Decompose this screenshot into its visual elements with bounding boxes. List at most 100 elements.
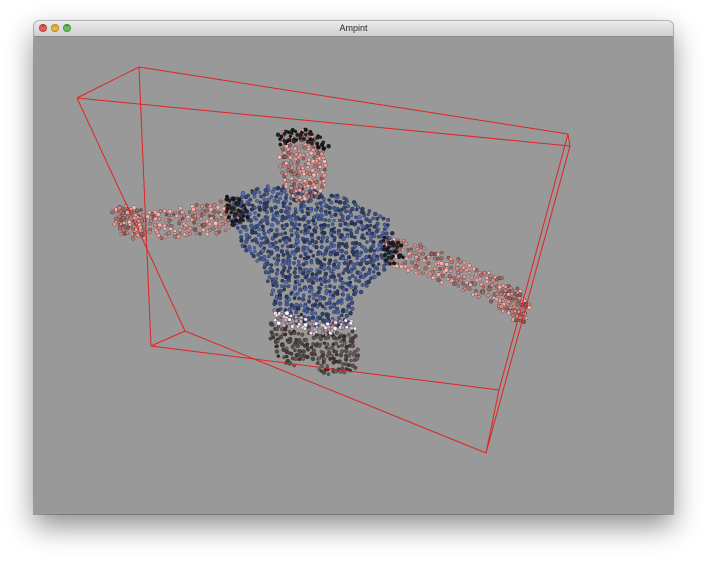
point [325,235,330,240]
point [288,238,292,243]
point [235,226,240,230]
point [265,210,270,215]
point [319,204,324,209]
point [294,352,299,358]
point [295,306,301,311]
point [247,235,252,240]
point [317,269,323,275]
point [384,231,389,236]
point [135,232,140,237]
point [305,152,310,157]
point [338,352,344,358]
point [307,171,312,177]
point [278,334,284,340]
point [218,199,223,204]
point [296,155,301,160]
point [278,191,284,196]
point [401,255,405,260]
point [247,202,252,207]
point [403,264,408,269]
point [283,231,288,235]
point [286,210,291,215]
point [412,243,417,248]
point [320,331,325,336]
point [324,285,328,289]
point [321,156,326,160]
point [329,214,334,218]
point [321,146,327,151]
point [316,235,321,241]
3d-viewport[interactable] [34,37,673,514]
point [271,283,275,288]
point [298,132,303,138]
title-bar[interactable]: × – + Ampint [34,21,673,37]
point [333,341,339,346]
point [308,150,314,156]
point [306,147,311,152]
point [338,222,343,228]
point [279,249,285,254]
point [301,156,306,161]
point [299,144,304,149]
point [282,287,286,292]
point [465,283,469,288]
point [273,205,278,210]
point [310,138,315,142]
point [328,252,333,257]
point [479,272,484,277]
point [367,209,372,214]
point [314,194,319,199]
point [421,258,427,263]
point [337,335,342,340]
point [338,278,342,282]
point [487,271,491,275]
point [283,317,289,323]
point [331,360,336,365]
point [469,275,474,280]
point [385,217,391,223]
point [303,127,308,132]
point [349,326,354,331]
point [515,286,520,291]
point [232,212,238,218]
point [255,258,260,263]
point [185,232,190,237]
point [292,261,296,265]
point [306,211,311,217]
point [429,251,434,257]
point [489,299,494,304]
point [265,221,270,226]
bounding-box-edge [150,330,186,347]
point [291,343,296,348]
point [426,273,431,278]
point [523,299,527,303]
point [309,209,313,213]
point [243,244,248,249]
point [322,275,328,280]
point [382,267,387,272]
point [426,255,431,259]
point [194,202,199,207]
point [284,184,289,189]
point [517,296,522,301]
point [286,284,291,288]
point [327,205,332,211]
point [321,370,327,375]
point [276,354,281,358]
point [273,276,278,282]
point [319,213,324,219]
point [309,249,313,254]
point [344,244,349,250]
point [367,219,373,224]
point [461,282,465,286]
point [331,356,336,361]
point [345,234,350,239]
point [288,155,293,160]
point [311,254,316,258]
point [333,212,338,217]
point [326,278,331,283]
point [295,239,300,244]
bounding-box-edge [138,66,152,347]
point [305,165,310,170]
point [275,253,281,258]
